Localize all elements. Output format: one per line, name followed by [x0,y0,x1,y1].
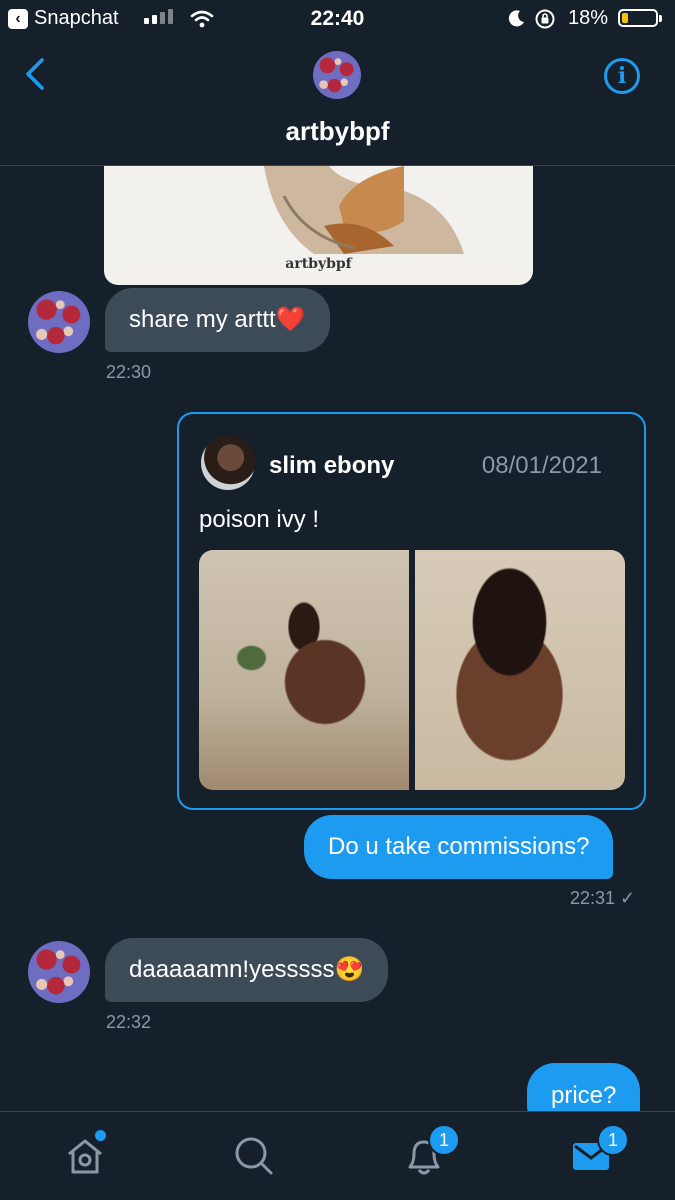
message-timestamp-read: 22:31 ✓ [570,888,636,908]
tab-home[interactable] [63,1130,107,1178]
header-avatar[interactable] [313,51,361,99]
quoted-tweet-date: 08/01/2021 [481,452,602,479]
notifications-badge: 1 [428,1124,460,1156]
tab-notifications[interactable]: 1 [402,1124,460,1178]
rotation-lock-icon [535,9,555,29]
quoted-user-name: slim ebony [269,452,395,479]
search-icon [235,1137,273,1175]
home-new-dot [95,1130,106,1141]
sender-avatar[interactable] [28,941,90,1003]
message-bubble-outgoing[interactable]: Do u take commissions? [304,815,614,879]
tab-search[interactable] [232,1134,276,1178]
moon-icon [508,10,524,27]
info-icon[interactable]: i [604,58,640,94]
quoted-tweet-photo-2[interactable] [415,550,625,790]
battery-icon [618,9,662,27]
message-timestamp: 22:30 [106,362,152,382]
message-timestamp: 22:32 [106,1012,152,1032]
bottom-tab-bar: 1 1 [0,1111,675,1200]
shared-artwork-image[interactable]: artbybpf [104,166,533,285]
conversation-header: artbybpf i [0,38,675,166]
quoted-tweet-photo-1[interactable] [199,550,409,790]
tab-messages[interactable]: 1 [571,1124,629,1178]
message-bubble-incoming[interactable]: daaaaamn!yesssss😍 [105,938,389,1002]
sender-avatar[interactable] [28,291,90,353]
artwork-signature: artbybpf [285,256,352,272]
quoted-tweet-card[interactable]: slim ebony 08/01/2021 poison ivy ! [177,412,646,810]
quoted-tweet-text: poison ivy ! [199,506,320,533]
quoted-user-avatar[interactable] [201,436,255,490]
messages-badge: 1 [597,1124,629,1156]
battery-percent: 18% [568,7,609,29]
conversation-title[interactable]: artbybpf [0,116,675,147]
status-bar: ‹ Snapchat 22:40 18% [0,0,675,38]
message-bubble-incoming[interactable]: share my arttt❤️ [105,288,330,352]
back-chevron-icon[interactable] [22,56,48,92]
